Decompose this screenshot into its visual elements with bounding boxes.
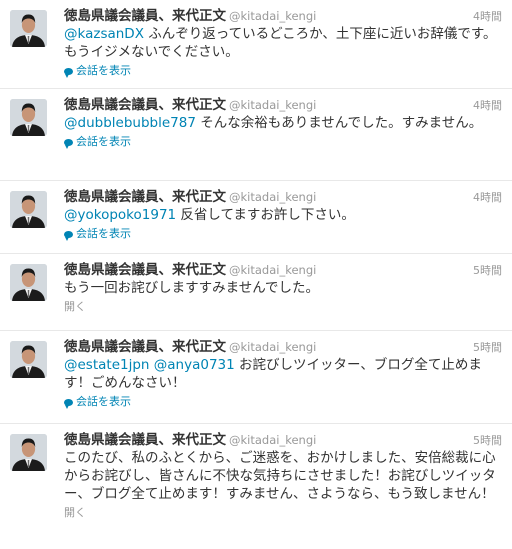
mention-link[interactable]: @anya0731 <box>154 357 235 373</box>
view-conversation-link[interactable]: 会話を表示 <box>64 393 502 411</box>
tweet-body: このたび、私のふとくから、ご迷惑を、おかけしました、安倍総裁に心からお詫びし、皆… <box>64 450 496 502</box>
mention-link[interactable]: @kazsanDX <box>64 26 144 42</box>
tweet-text: @dubblebubble787 そんな余裕もありませんでした。すみません。 <box>64 114 502 132</box>
tweet-body: 反省してますお許し下さい。 <box>176 207 355 223</box>
tweet-body: もう一回お詫びしますすみませんでした。 <box>64 280 320 296</box>
author-name[interactable]: 徳島県議会議員、来代正文 <box>64 262 226 278</box>
avatar[interactable] <box>10 434 47 471</box>
tweet[interactable]: 徳島県議会議員、来代正文 @kitadai_kengi 5時間 もう一回お詫びしま… <box>0 254 512 331</box>
mention-link[interactable]: @yokopoko1971 <box>64 207 176 223</box>
tweet[interactable]: 徳島県議会議員、来代正文 @kitadai_kengi 4時間 @yokopoko… <box>0 181 512 254</box>
mention-link[interactable]: @estate1jpn <box>64 357 149 373</box>
tweet[interactable]: 徳島県議会議員、来代正文 @kitadai_kengi 5時間 @estate1j… <box>0 331 512 424</box>
tweet-body: そんな余裕もありませんでした。すみません。 <box>195 115 483 131</box>
tweet[interactable]: 徳島県議会議員、来代正文 @kitadai_kengi 4時間 @dubblebu… <box>0 89 512 181</box>
author-name[interactable]: 徳島県議会議員、来代正文 <box>64 189 226 205</box>
expand-link[interactable]: 開く <box>64 298 502 316</box>
mention-link[interactable]: @dubblebubble787 <box>64 115 196 131</box>
tweet[interactable]: 徳島県議会議員、来代正文 @kitadai_kengi 5時間 このたび、私のふと… <box>0 424 512 549</box>
avatar[interactable] <box>10 99 47 136</box>
tweet-text: @kazsanDX ふんぞり返っているどころか、土下座に近いお辞儀です。もうイジ… <box>64 25 502 61</box>
expand-link[interactable]: 開く <box>64 504 502 522</box>
avatar[interactable] <box>10 264 47 301</box>
tweet-timestamp[interactable]: 4時間 <box>473 189 502 205</box>
author-handle[interactable]: @kitadai_kengi <box>229 263 316 277</box>
author-name[interactable]: 徳島県議会議員、来代正文 <box>64 8 226 24</box>
author-handle[interactable]: @kitadai_kengi <box>229 9 316 23</box>
view-conversation-label: 会話を表示 <box>76 64 131 77</box>
view-conversation-label: 会話を表示 <box>76 227 131 240</box>
view-conversation-label: 会話を表示 <box>76 135 131 148</box>
author-name[interactable]: 徳島県議会議員、来代正文 <box>64 432 226 448</box>
avatar[interactable] <box>10 341 47 378</box>
tweet-timestamp[interactable]: 4時間 <box>473 8 502 24</box>
tweet-text: このたび、私のふとくから、ご迷惑を、おかけしました、安倍総裁に心からお詫びし、皆… <box>64 449 502 503</box>
author-name[interactable]: 徳島県議会議員、来代正文 <box>64 339 226 355</box>
tweet-timestamp[interactable]: 5時間 <box>473 432 502 448</box>
tweet-text: @yokopoko1971 反省してますお許し下さい。 <box>64 206 502 224</box>
view-conversation-link[interactable]: 会話を表示 <box>64 62 502 80</box>
view-conversation-link[interactable]: 会話を表示 <box>64 133 502 151</box>
speech-bubble-icon <box>64 399 73 409</box>
tweet[interactable]: 徳島県議会議員、来代正文 @kitadai_kengi 4時間 @kazsanDX… <box>0 0 512 89</box>
speech-bubble-icon <box>64 68 73 78</box>
view-conversation-link[interactable]: 会話を表示 <box>64 225 502 243</box>
avatar[interactable] <box>10 10 47 47</box>
tweet-text: @estate1jpn @anya0731 お詫びしツイッター、ブログ全て止めま… <box>64 356 502 392</box>
tweet-timestamp[interactable]: 4時間 <box>473 97 502 113</box>
tweet-timeline: 徳島県議会議員、来代正文 @kitadai_kengi 4時間 @kazsanDX… <box>0 0 512 549</box>
tweet-timestamp[interactable]: 5時間 <box>473 262 502 278</box>
author-handle[interactable]: @kitadai_kengi <box>229 190 316 204</box>
author-handle[interactable]: @kitadai_kengi <box>229 98 316 112</box>
author-handle[interactable]: @kitadai_kengi <box>229 433 316 447</box>
speech-bubble-icon <box>64 231 73 241</box>
author-name[interactable]: 徳島県議会議員、来代正文 <box>64 97 226 113</box>
author-handle[interactable]: @kitadai_kengi <box>229 340 316 354</box>
tweet-timestamp[interactable]: 5時間 <box>473 339 502 355</box>
speech-bubble-icon <box>64 139 73 149</box>
view-conversation-label: 会話を表示 <box>76 395 131 408</box>
avatar[interactable] <box>10 191 47 228</box>
tweet-text: もう一回お詫びしますすみませんでした。 <box>64 279 502 297</box>
